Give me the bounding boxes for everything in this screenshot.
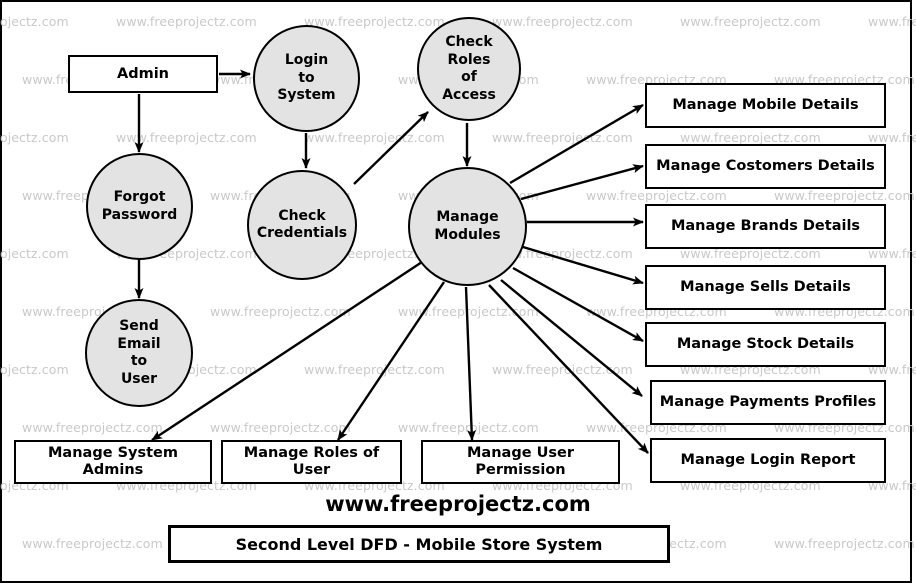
process-check-roles-of-access[interactable]: Check Roles of Access [417, 17, 521, 121]
process-check-credentials[interactable]: Check Credentials [247, 170, 357, 280]
process-manage-modules-line-1: Manage [436, 209, 499, 225]
site-title: www.freeprojectz.com [325, 492, 591, 516]
process-check-credentials-line-2: Credentials [256, 225, 348, 241]
module-manage-mobile-details-label: Manage Mobile Details [672, 97, 859, 114]
module-manage-login-report[interactable]: Manage Login Report [650, 438, 886, 483]
entity-admin[interactable]: Admin [68, 55, 218, 93]
process-check-roles-line-4: Access [442, 86, 496, 103]
module-manage-user-permission[interactable]: Manage User Permission [421, 440, 620, 484]
process-send-email-line-2: Email [117, 335, 161, 352]
module-manage-roles-of-user-label: Manage Roles of User [243, 445, 380, 478]
process-forgot-password-line-1: Forgot [113, 189, 166, 205]
module-manage-mobile-details[interactable]: Manage Mobile Details [645, 83, 886, 128]
process-login-to-system-line-3: System [277, 87, 336, 104]
process-forgot-password-line-2: Password [101, 206, 178, 223]
process-check-roles-line-1: Check [445, 34, 493, 50]
process-check-roles-line-2: Roles [447, 51, 491, 68]
process-forgot-password[interactable]: Forgot Password [86, 153, 193, 260]
module-manage-brands-details[interactable]: Manage Brands Details [645, 204, 886, 249]
module-manage-costomers-details-label: Manage Costomers Details [656, 158, 875, 175]
module-manage-payments-profiles[interactable]: Manage Payments Profiles [650, 380, 886, 425]
module-manage-stock-details-label: Manage Stock Details [676, 336, 855, 353]
process-check-roles-line-3: of [461, 69, 477, 85]
module-manage-payments-profiles-label: Manage Payments Profiles [659, 394, 877, 411]
process-send-email-line-4: User [120, 370, 158, 387]
entity-admin-label: Admin [116, 65, 169, 82]
module-manage-user-permission-label: Manage User Permission [467, 445, 574, 478]
process-manage-modules[interactable]: Manage Modules [408, 167, 527, 286]
module-manage-system-admins[interactable]: Manage System Admins [14, 440, 212, 484]
process-login-to-system-line-1: Login [284, 52, 329, 69]
process-login-to-system[interactable]: Login to System [253, 25, 360, 132]
module-manage-costomers-details[interactable]: Manage Costomers Details [645, 144, 886, 189]
diagram-caption-box: Second Level DFD - Mobile Store System [168, 525, 670, 563]
module-manage-stock-details[interactable]: Manage Stock Details [645, 322, 886, 367]
process-send-email-to-user[interactable]: Send Email to User [85, 299, 193, 407]
module-manage-login-report-label: Manage Login Report [680, 452, 856, 469]
diagram-caption-label: Second Level DFD - Mobile Store System [235, 534, 603, 554]
module-manage-roles-of-user[interactable]: Manage Roles of User [221, 440, 402, 484]
dfd-diagram-canvas: www.freeprojectz.comwww.freeprojectz.com… [0, 0, 916, 587]
process-send-email-line-3: to [130, 353, 148, 369]
module-manage-sells-details[interactable]: Manage Sells Details [645, 265, 886, 310]
module-manage-brands-details-label: Manage Brands Details [670, 218, 861, 235]
module-manage-system-admins-label: Manage System Admins [48, 445, 178, 478]
process-login-to-system-line-2: to [298, 69, 315, 86]
process-manage-modules-line-2: Modules [434, 226, 501, 243]
module-manage-sells-details-label: Manage Sells Details [680, 279, 851, 296]
process-send-email-line-1: Send [119, 318, 159, 334]
process-check-credentials-line-1: Check [278, 207, 326, 224]
